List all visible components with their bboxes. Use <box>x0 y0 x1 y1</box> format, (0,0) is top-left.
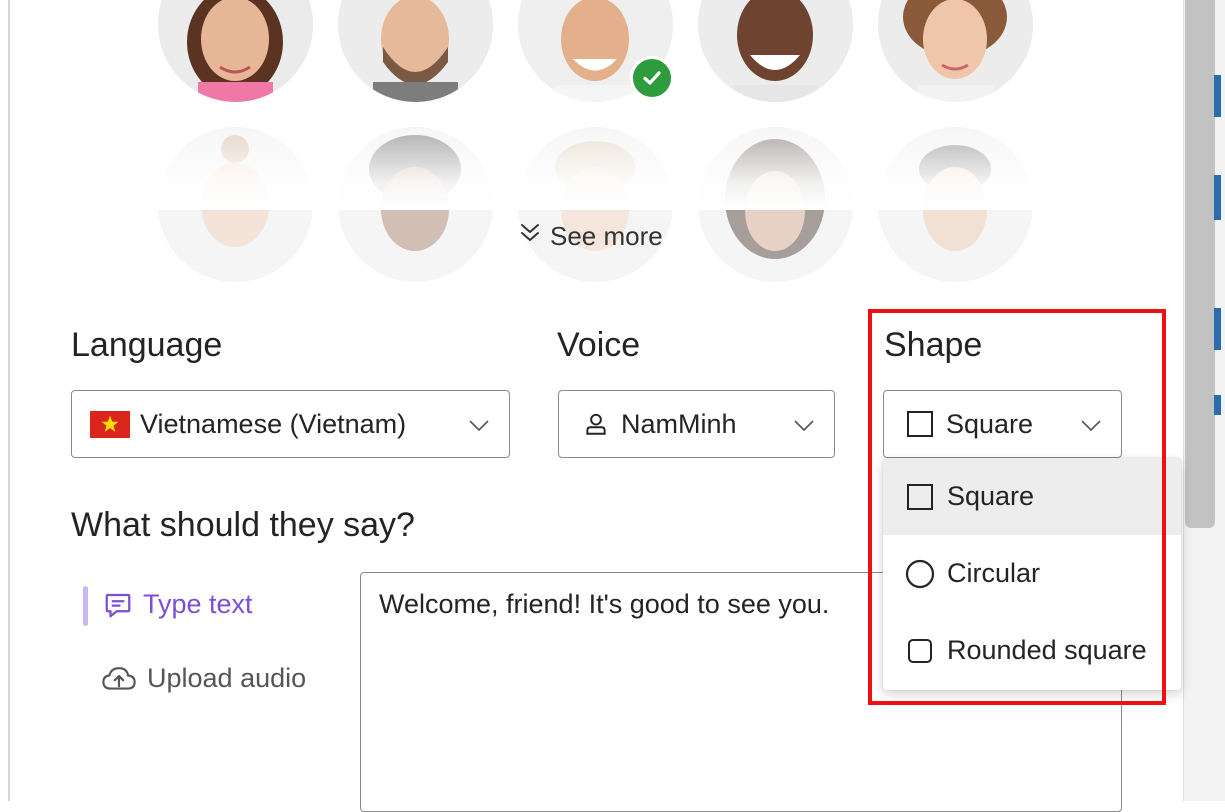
selected-check-icon <box>630 56 674 100</box>
shape-option-label: Circular <box>947 558 1041 588</box>
shape-select[interactable]: Square <box>883 390 1122 458</box>
square-icon <box>905 482 935 512</box>
scrollbar-thumb[interactable] <box>1185 0 1215 528</box>
shape-option-label: Square <box>947 481 1035 511</box>
edge-accent <box>1214 395 1221 415</box>
shape-value: Square <box>946 408 1034 439</box>
chevron-down-icon <box>1079 413 1103 442</box>
shape-option-circular[interactable]: Circular <box>883 535 1181 612</box>
chevron-down-icon <box>792 413 816 442</box>
chat-text-icon <box>103 590 133 620</box>
tab-type-text-label: Type text <box>143 589 253 619</box>
square-icon <box>906 410 934 438</box>
chevron-down-icon <box>467 413 491 442</box>
circle-icon <box>905 559 935 589</box>
shape-option-rounded-square[interactable]: Rounded square <box>883 612 1181 689</box>
cloud-upload-icon <box>101 664 137 694</box>
rounded-square-icon <box>905 636 935 666</box>
shape-dropdown-menu: Square Circular Rounded square <box>883 458 1181 690</box>
double-chevron-down-icon <box>518 221 542 252</box>
language-select[interactable]: Vietnamese (Vietnam) <box>71 390 510 458</box>
active-tab-indicator <box>83 586 88 626</box>
tab-type-text[interactable]: Type text <box>103 589 253 620</box>
shape-option-label: Rounded square <box>947 635 1147 665</box>
say-heading: What should they say? <box>71 506 415 544</box>
panel-left-border <box>8 0 10 801</box>
vietnam-flag-icon <box>90 410 130 438</box>
avatar-man-smiling[interactable] <box>698 0 853 102</box>
avatar-fade-overlay <box>150 118 1050 210</box>
voice-label: Voice <box>557 326 641 364</box>
avatar-woman-curly[interactable] <box>878 0 1033 102</box>
shape-label: Shape <box>884 326 983 364</box>
language-label: Language <box>71 326 223 364</box>
tab-upload-audio-label: Upload audio <box>147 663 307 693</box>
tab-upload-audio[interactable]: Upload audio <box>101 663 306 694</box>
see-more-button[interactable]: See more <box>518 221 663 252</box>
avatar-man-beard[interactable] <box>338 0 493 102</box>
language-value: Vietnamese (Vietnam) <box>140 408 407 439</box>
edge-accent <box>1214 308 1221 350</box>
shape-option-square[interactable]: Square <box>883 458 1181 535</box>
person-icon <box>583 411 609 437</box>
voice-select[interactable]: NamMinh <box>558 390 835 458</box>
edge-accent <box>1214 75 1221 117</box>
see-more-label: See more <box>550 221 663 251</box>
voice-value: NamMinh <box>621 408 737 439</box>
avatar-woman-1[interactable] <box>158 0 313 102</box>
edge-accent <box>1214 175 1221 220</box>
